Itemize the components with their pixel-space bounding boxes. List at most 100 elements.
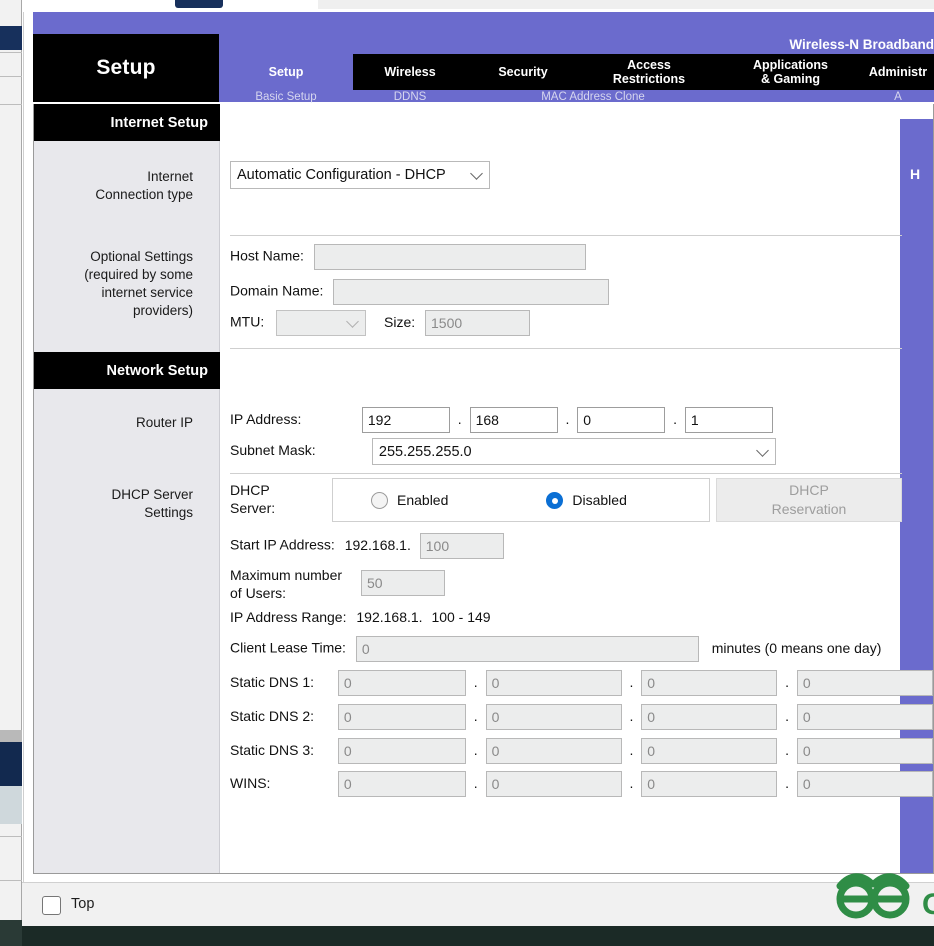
start-ip-input[interactable] [419,533,504,559]
tab-security[interactable]: Security [467,54,579,90]
label-domain-name: Domain Name: [230,282,324,299]
static-dns-2-octet-1[interactable] [337,704,466,730]
tab-wireless-label: Wireless [384,65,436,79]
static-dns-2-octet-2[interactable] [485,704,622,730]
static-dns-3-octet-2[interactable] [485,738,622,764]
tab-administration-label: Administr [868,65,928,79]
tab-applications-gaming-label-line2: & Gaming [760,72,821,86]
tab-access-restrictions[interactable]: Access Restrictions [579,54,719,90]
strip-segment-thumb [0,786,22,824]
tab-setup-label: Setup [268,65,304,79]
ip-octet-1[interactable] [361,407,450,433]
wins-octet-2[interactable] [485,771,622,797]
dhcp-reservation-label-line2: Reservation [771,501,847,517]
ip-octet-4[interactable] [684,407,773,433]
label-client-lease-time: Client Lease Time: [230,639,346,656]
maximum-users-input[interactable] [361,570,445,596]
strip-divider [0,52,22,53]
subnav-ddns[interactable]: DDNS [353,90,467,104]
static-dns-3-octet-4[interactable] [796,738,933,764]
mtu-size-input[interactable] [425,310,531,336]
banner-top-strip [33,12,934,34]
top-checkbox[interactable] [42,896,61,915]
strip-divider [0,76,22,77]
label-ip-address-range: IP Address Range: [230,609,347,625]
label-dhcp-server-settings: DHCP Server Settings [111,487,193,520]
router-banner: Setup Wireless-N Broadband Setup Wireles… [33,34,934,104]
static-dns-1-octet-2[interactable] [485,670,622,696]
domain-name-input[interactable] [333,279,610,305]
dns-dot: . [473,707,478,724]
label-dhcp-server: DHCP Server: [230,482,276,516]
field-subnet-mask: Subnet Mask: 255.255.255.0 [230,438,776,465]
static-dns-3-octet-3[interactable] [641,738,778,764]
tab-applications-gaming[interactable]: Applications & Gaming [719,54,862,90]
client-lease-time-suffix: minutes (0 means one day) [711,639,882,656]
tab-applications-gaming-label-line1: Applications [752,58,828,72]
dhcp-reservation-label-line1: DHCP [789,482,829,498]
section-header-internet-setup-label: Internet Setup [110,114,208,131]
label-size: Size: [384,313,416,330]
strip-segment-dark [0,26,22,50]
wins-octet-4[interactable] [796,771,933,797]
dns-dot: . [629,741,634,758]
page-title: Setup [96,56,156,79]
radio-dhcp-disabled[interactable]: Disabled [546,491,627,509]
dns-dot: . [473,774,478,791]
radio-button-unselected-icon [371,491,388,509]
tab-security-label: Security [498,65,548,79]
ip-range-value: 100 - 149 [431,609,491,625]
subnav-administration[interactable]: A [862,90,934,104]
label-router-ip: Router IP [135,415,193,430]
background-window-strip [0,0,22,930]
field-ip-address: IP Address: . . . [230,407,773,433]
subnav-mac-address-clone[interactable]: MAC Address Clone [467,90,719,104]
label-internet-connection-type: Internet Connection type [95,169,193,202]
field-static-dns-3: Static DNS 3: . . . [230,738,933,764]
wins-octet-1[interactable] [337,771,466,797]
strip-segment-grey [0,730,22,742]
tab-setup[interactable]: Setup [219,54,353,90]
static-dns-1-octet-3[interactable] [641,670,778,696]
internet-connection-type-select[interactable]: Automatic Configuration - DHCP [230,161,490,189]
label-mtu: MTU: [230,313,265,330]
field-mtu: MTU: Size: [230,310,531,336]
static-dns-1-octet-1[interactable] [337,670,466,696]
tab-wireless[interactable]: Wireless [353,54,467,90]
static-dns-3-octet-1[interactable] [337,738,466,764]
screenshot-root: Setup Wireless-N Broadband Setup Wireles… [0,0,934,946]
radio-dhcp-enabled[interactable]: Enabled [371,491,448,509]
product-name: Wireless-N Broadband [789,37,934,52]
dns-dot: . [629,673,634,690]
static-dns-1-octet-4[interactable] [796,670,933,696]
host-name-input[interactable] [313,244,586,270]
static-dns-2-octet-3[interactable] [641,704,778,730]
radio-button-selected-icon [546,491,564,509]
mtu-select[interactable] [276,310,367,336]
client-lease-time-input[interactable] [355,636,699,662]
label-ip-address: IP Address: [230,410,302,427]
section-header-network-setup-label: Network Setup [106,362,208,379]
subnet-mask-value: 255.255.255.0 [378,443,472,460]
tab-administration[interactable]: Administr [862,54,934,90]
main-nav: Setup Wireless Security Access Restricti… [219,54,934,90]
static-dns-2-octet-4[interactable] [796,704,933,730]
label-maximum-users: Maximum number of Users: [230,567,343,601]
ip-octet-3[interactable] [577,407,666,433]
field-start-ip-address: Start IP Address: 192.168.1. [230,533,504,559]
dns-dot: . [473,741,478,758]
dhcp-server-radio-group: Enabled Disabled [332,478,710,522]
field-static-dns-2: Static DNS 2: . . . [230,704,933,730]
tab-access-restrictions-label-line1: Access [627,58,671,72]
browser-tabstrip-filler [318,0,934,9]
ip-octet-2[interactable] [469,407,558,433]
subnav-basic-setup[interactable]: Basic Setup [219,90,353,104]
dhcp-reservation-button[interactable]: DHCP Reservation [716,478,902,522]
desktop-bar-left [0,920,22,946]
geeksforgeeks-wordmark: G [922,888,934,921]
subnet-mask-select[interactable]: 255.255.255.0 [371,438,776,465]
wins-octet-3[interactable] [641,771,778,797]
section-header-internet-setup: Internet Setup [34,104,220,141]
browser-tab[interactable] [175,0,223,8]
help-label: H [910,166,921,182]
